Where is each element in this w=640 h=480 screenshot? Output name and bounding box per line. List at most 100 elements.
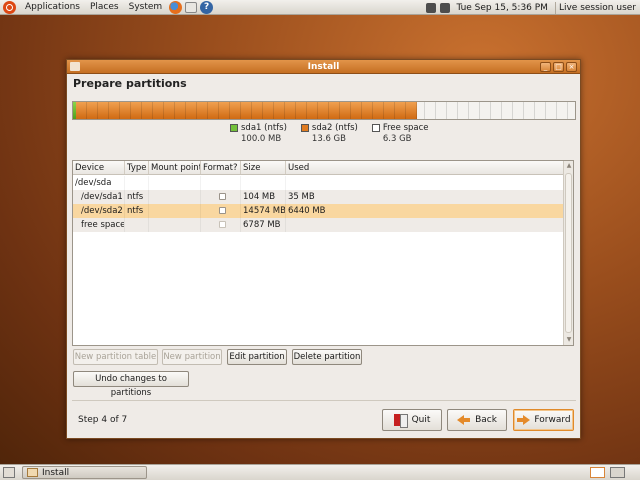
cell-type xyxy=(125,218,149,232)
forward-label: Forward xyxy=(534,415,571,425)
menu-places[interactable]: Places xyxy=(85,0,124,15)
column-format[interactable]: Format? xyxy=(201,161,241,174)
quit-icon xyxy=(393,414,408,428)
cell-used xyxy=(286,218,563,232)
legend-sda1: sda1 (ntfs) 100.0 MB xyxy=(230,123,287,145)
swatch-free xyxy=(371,124,380,132)
install-app-icon xyxy=(27,468,38,477)
cell-mount xyxy=(149,190,201,204)
menu-system[interactable]: System xyxy=(124,0,168,15)
network-icon[interactable] xyxy=(426,2,437,13)
delete-partition-button[interactable]: Delete partition xyxy=(292,349,362,365)
legend-sda2: sda2 (ntfs) 13.6 GB xyxy=(300,123,358,145)
cell-used: 35 MB xyxy=(288,192,315,202)
help-icon[interactable]: ? xyxy=(200,0,214,14)
step-indicator: Step 4 of 7 xyxy=(78,415,128,425)
bottom-panel: Install xyxy=(0,464,640,480)
table-row-selected[interactable]: /dev/sda2 ntfs 14574 MB 6440 MB xyxy=(73,204,563,218)
new-partition-table-button[interactable]: New partition table xyxy=(73,349,158,365)
taskbar-item-install[interactable]: Install xyxy=(22,466,147,479)
column-type[interactable]: Type xyxy=(125,161,149,174)
maximize-button[interactable]: □ xyxy=(553,62,564,72)
workspace-2[interactable] xyxy=(610,467,625,478)
cell-format xyxy=(201,176,241,190)
column-device[interactable]: Device xyxy=(73,161,125,174)
window-titlebar[interactable]: Install _ □ × xyxy=(67,60,580,74)
table-row[interactable]: free space 6787 MB xyxy=(73,218,563,232)
cell-format xyxy=(201,190,241,204)
volume-icon[interactable] xyxy=(440,2,451,13)
partition-legend: sda1 (ntfs) 100.0 MB sda2 (ntfs) 13.6 GB… xyxy=(230,123,429,145)
top-panel: Applications Places System ? Tue Sep 15,… xyxy=(0,0,640,15)
swatch-sda1 xyxy=(230,124,238,132)
back-label: Back xyxy=(475,415,497,425)
mail-icon[interactable] xyxy=(185,1,198,13)
show-desktop-icon[interactable] xyxy=(3,467,15,478)
table-row[interactable]: /dev/sda1 ntfs 104 MB 35 MB xyxy=(73,190,563,204)
legend-size: 6.3 GB xyxy=(382,134,412,144)
legend-label: sda2 (ntfs) xyxy=(311,123,358,133)
cell-device: /dev/sda2 xyxy=(73,204,125,218)
partition-segment-free xyxy=(417,102,575,119)
window-title: Install xyxy=(307,62,340,72)
cell-device: /dev/sda1 xyxy=(73,190,125,204)
quit-button[interactable]: Quit xyxy=(382,409,442,431)
workspace-1[interactable] xyxy=(590,467,605,478)
legend-size: 13.6 GB xyxy=(311,134,346,144)
taskbar-label: Install xyxy=(42,467,70,478)
column-mount[interactable]: Mount point xyxy=(149,161,201,174)
clock[interactable]: Tue Sep 15, 5:36 PM xyxy=(456,3,548,13)
back-button[interactable]: Back xyxy=(447,409,507,431)
format-checkbox[interactable] xyxy=(219,193,226,200)
menu-applications[interactable]: Applications xyxy=(20,0,85,15)
column-used[interactable]: Used xyxy=(286,161,563,174)
cell-type: ntfs xyxy=(125,190,149,204)
table-header: Device Type Mount point Format? Size Use… xyxy=(73,161,563,175)
cell-format xyxy=(201,204,241,218)
partition-bar xyxy=(72,101,576,120)
separator xyxy=(72,400,576,401)
undo-changes-button[interactable]: Undo changes to partitions xyxy=(73,371,189,398)
cell-format xyxy=(201,218,241,232)
cell-size: 14574 MB xyxy=(243,204,286,218)
format-checkbox[interactable] xyxy=(219,221,226,228)
back-arrow-icon xyxy=(457,414,471,426)
table-scrollbar[interactable]: ▲ ▼ xyxy=(563,161,573,345)
cell-device: free space xyxy=(73,218,125,232)
minimize-button[interactable]: _ xyxy=(540,62,551,72)
forward-button[interactable]: Forward xyxy=(513,409,574,431)
cell-device: /dev/sda xyxy=(73,176,125,190)
new-partition-button[interactable]: New partition xyxy=(162,349,222,365)
cell-type xyxy=(125,176,149,190)
ubuntu-logo-icon[interactable] xyxy=(3,0,16,14)
column-size[interactable]: Size xyxy=(241,161,286,174)
cell-type: ntfs xyxy=(125,204,149,218)
swatch-sda2 xyxy=(300,124,309,132)
format-checkbox[interactable] xyxy=(219,207,226,214)
scroll-up-icon[interactable]: ▲ xyxy=(565,162,573,170)
session-user[interactable]: Live session user xyxy=(559,3,636,13)
scroll-down-icon[interactable]: ▼ xyxy=(565,336,573,344)
cell-used xyxy=(286,176,563,190)
scroll-thumb[interactable] xyxy=(565,173,572,333)
legend-size: 100.0 MB xyxy=(241,134,282,144)
partition-table[interactable]: Device Type Mount point Format? Size Use… xyxy=(72,160,574,346)
install-window: Install _ □ × Prepare partitions sda1 (n… xyxy=(66,59,581,439)
quit-label: Quit xyxy=(411,415,431,425)
firefox-icon[interactable] xyxy=(169,0,183,14)
table-row[interactable]: /dev/sda xyxy=(73,176,563,190)
cell-size xyxy=(241,176,286,190)
legend-label: Free space xyxy=(382,123,429,133)
page-title: Prepare partitions xyxy=(73,77,187,90)
cell-size: 104 MB xyxy=(241,190,286,204)
legend-free: Free space 6.3 GB xyxy=(371,123,429,145)
close-button[interactable]: × xyxy=(566,62,577,72)
cell-used: 6440 MB xyxy=(288,206,326,216)
legend-label: sda1 (ntfs) xyxy=(241,123,287,133)
edit-partition-button[interactable]: Edit partition xyxy=(227,349,287,365)
forward-arrow-icon xyxy=(516,414,531,426)
cell-size: 6787 MB xyxy=(241,218,286,232)
partition-segment-sda2 xyxy=(75,102,417,119)
cell-mount xyxy=(149,204,201,218)
cell-mount xyxy=(149,176,201,190)
